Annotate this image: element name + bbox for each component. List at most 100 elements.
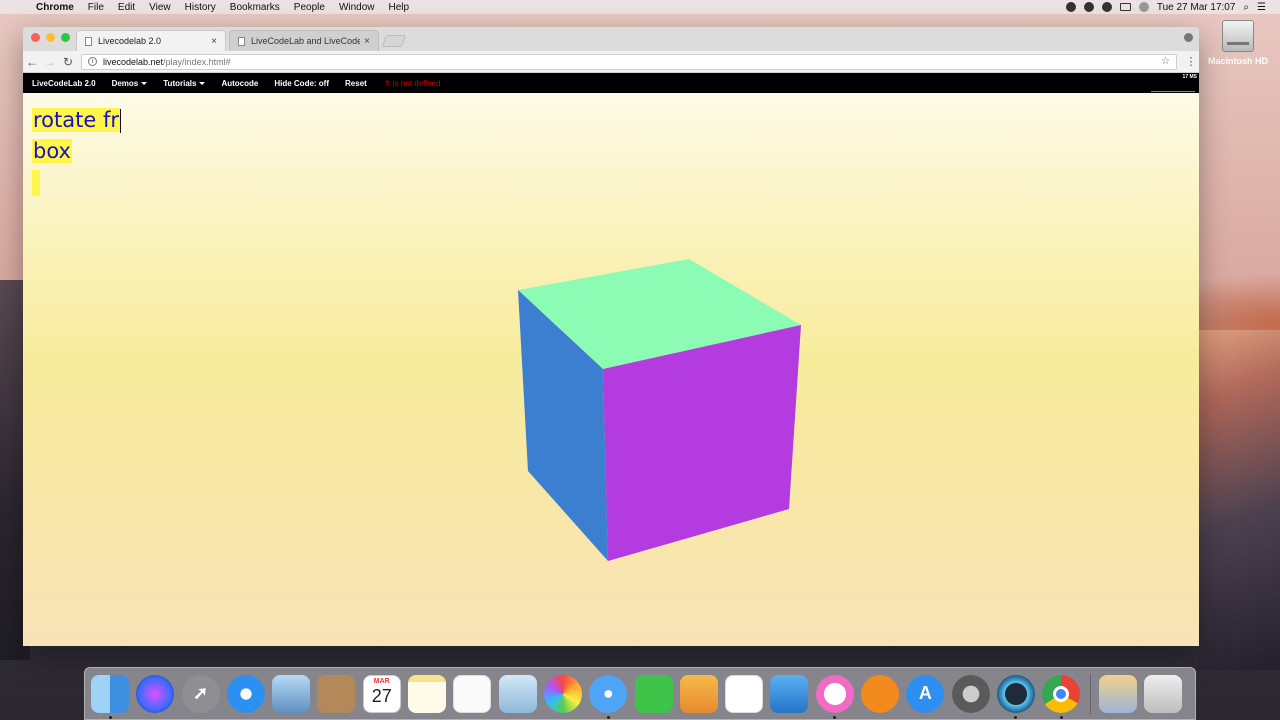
minimize-window-button[interactable] [46, 33, 55, 42]
tab-title: LiveCodeLab and LiveCodeLab [251, 36, 360, 46]
code-line-2-text: box [32, 139, 72, 163]
messages-icon[interactable]: ● [589, 674, 628, 719]
fps-graph [1151, 91, 1195, 92]
fps-meter: 17 MS [1182, 74, 1197, 80]
livecodelab-page: LiveCodeLab 2.0 Demos Tutorials Autocode… [23, 73, 1199, 646]
code-editor[interactable]: rotate fr box [32, 105, 121, 198]
page-icon [85, 36, 92, 46]
calendar-day: 27 [371, 685, 392, 706]
demos-menu[interactable]: Demos [112, 79, 148, 88]
profile-icon[interactable] [1184, 33, 1193, 42]
notification-center-icon[interactable]: ☰ [1257, 2, 1266, 13]
system-preferences-icon[interactable] [951, 674, 990, 713]
url-path: /play/index.html# [163, 56, 231, 67]
chrome-icon[interactable] [1042, 674, 1081, 719]
numbers-icon[interactable] [725, 674, 764, 713]
close-tab-icon[interactable]: × [364, 36, 370, 47]
chevron-down-icon [141, 81, 148, 85]
status-icon-2[interactable] [1101, 2, 1112, 12]
code-line-1[interactable]: rotate fr [32, 105, 121, 136]
url-host: livecodelab.net [103, 56, 164, 67]
chevron-down-icon [199, 81, 206, 85]
tab-livecodelab[interactable]: Livecodelab 2.0 × [76, 30, 226, 51]
calendar-month: MAR [373, 677, 390, 685]
keynote-icon[interactable] [770, 674, 809, 713]
safari-icon[interactable] [226, 674, 265, 713]
back-arrow-icon[interactable]: ← [23, 55, 41, 69]
hd-label: Macintosh HD [1208, 56, 1269, 66]
code-line-1-text: rotate fr [32, 108, 120, 132]
chrome-menu-icon[interactable]: ⋮ [1183, 55, 1199, 68]
address-bar[interactable]: i livecodelab.net /play/index.html# ☆ [81, 53, 1177, 70]
reset-button[interactable]: Reset [345, 79, 367, 88]
code-line-2[interactable]: box [32, 136, 121, 167]
macintosh-hd-desktop-icon[interactable]: Macintosh HD [1208, 20, 1268, 66]
ibooks-icon[interactable] [861, 674, 900, 713]
pages-icon[interactable] [679, 674, 718, 713]
livecodelab-navbar: LiveCodeLab 2.0 Demos Tutorials Autocode… [23, 73, 1199, 93]
wifi-icon[interactable] [1138, 2, 1149, 12]
menu-clock[interactable]: Tue 27 Mar 17:07 [1157, 2, 1236, 13]
new-tab-button[interactable] [381, 35, 407, 47]
demos-label: Demos [111, 78, 139, 88]
tab-strip: Livecodelab 2.0 × LiveCodeLab and LiveCo… [23, 27, 1199, 51]
quicktime-icon[interactable] [996, 674, 1035, 719]
menu-history[interactable]: History [185, 2, 216, 13]
finder-icon[interactable] [91, 674, 129, 719]
window-controls [31, 33, 70, 42]
downloads-stack-icon[interactable] [1098, 674, 1137, 713]
desktop-wallpaper-right [1198, 330, 1280, 670]
menu-view[interactable]: View [149, 2, 171, 13]
trash-icon[interactable] [1143, 674, 1182, 713]
airplay-icon[interactable] [1119, 3, 1131, 11]
forward-arrow-icon[interactable]: → [41, 55, 59, 69]
maximize-window-button[interactable] [61, 33, 70, 42]
contacts-icon[interactable] [317, 674, 356, 713]
menu-extras: Tue 27 Mar 17:07 ⌕ ☰ [1065, 2, 1280, 13]
photos-icon[interactable] [543, 674, 582, 713]
spotlight-icon[interactable]: ⌕ [1243, 2, 1249, 13]
close-tab-icon[interactable]: × [211, 36, 217, 47]
tutorials-label: Tutorials [163, 78, 197, 88]
info-icon[interactable]: i [88, 57, 97, 66]
hard-drive-icon [1222, 20, 1254, 52]
empty-line-highlight [32, 170, 40, 196]
macos-dock: ➚ MAR 27 ● A [84, 667, 1196, 720]
menu-window[interactable]: Window [339, 2, 375, 13]
app-menu-chrome[interactable]: Chrome [36, 2, 74, 13]
menu-bookmarks[interactable]: Bookmarks [230, 2, 280, 13]
dock-separator [1089, 673, 1091, 714]
code-line-3[interactable] [32, 167, 121, 198]
launchpad-icon[interactable]: ➚ [181, 674, 220, 713]
page-icon [238, 36, 245, 46]
facetime-icon[interactable] [634, 674, 673, 713]
autocode-button[interactable]: Autocode [221, 79, 258, 88]
reload-icon[interactable]: ↻ [59, 55, 77, 69]
chrome-center [1053, 685, 1070, 702]
mail-icon[interactable] [272, 674, 311, 713]
itunes-icon[interactable] [815, 674, 854, 719]
bookmark-star-icon[interactable]: ☆ [1161, 56, 1170, 67]
text-cursor [119, 109, 121, 133]
preview-icon[interactable] [498, 674, 537, 713]
close-window-button[interactable] [31, 33, 40, 42]
chrome-window: Livecodelab 2.0 × LiveCodeLab and LiveCo… [23, 27, 1199, 646]
tab-livecodelab-article[interactable]: LiveCodeLab and LiveCodeLab × [229, 30, 379, 51]
status-icon-1[interactable] [1083, 2, 1094, 12]
rotating-cube [518, 259, 801, 561]
calendar-icon[interactable]: MAR 27 [362, 674, 401, 713]
macos-menu-bar: Chrome File Edit View History Bookmarks … [0, 0, 1280, 14]
brand-link[interactable]: LiveCodeLab 2.0 [32, 79, 96, 88]
tutorials-menu[interactable]: Tutorials [163, 78, 206, 88]
menu-help[interactable]: Help [389, 2, 410, 13]
menu-people[interactable]: People [294, 2, 325, 13]
tab-title: Livecodelab 2.0 [98, 36, 162, 46]
record-status-icon[interactable] [1065, 2, 1076, 12]
siri-icon[interactable] [136, 674, 175, 713]
reminders-icon[interactable] [453, 674, 492, 713]
app-store-icon[interactable]: A [906, 674, 945, 713]
notes-icon[interactable] [408, 674, 447, 713]
menu-file[interactable]: File [88, 2, 104, 13]
menu-edit[interactable]: Edit [118, 2, 135, 13]
hide-code-button[interactable]: Hide Code: off [274, 79, 329, 88]
